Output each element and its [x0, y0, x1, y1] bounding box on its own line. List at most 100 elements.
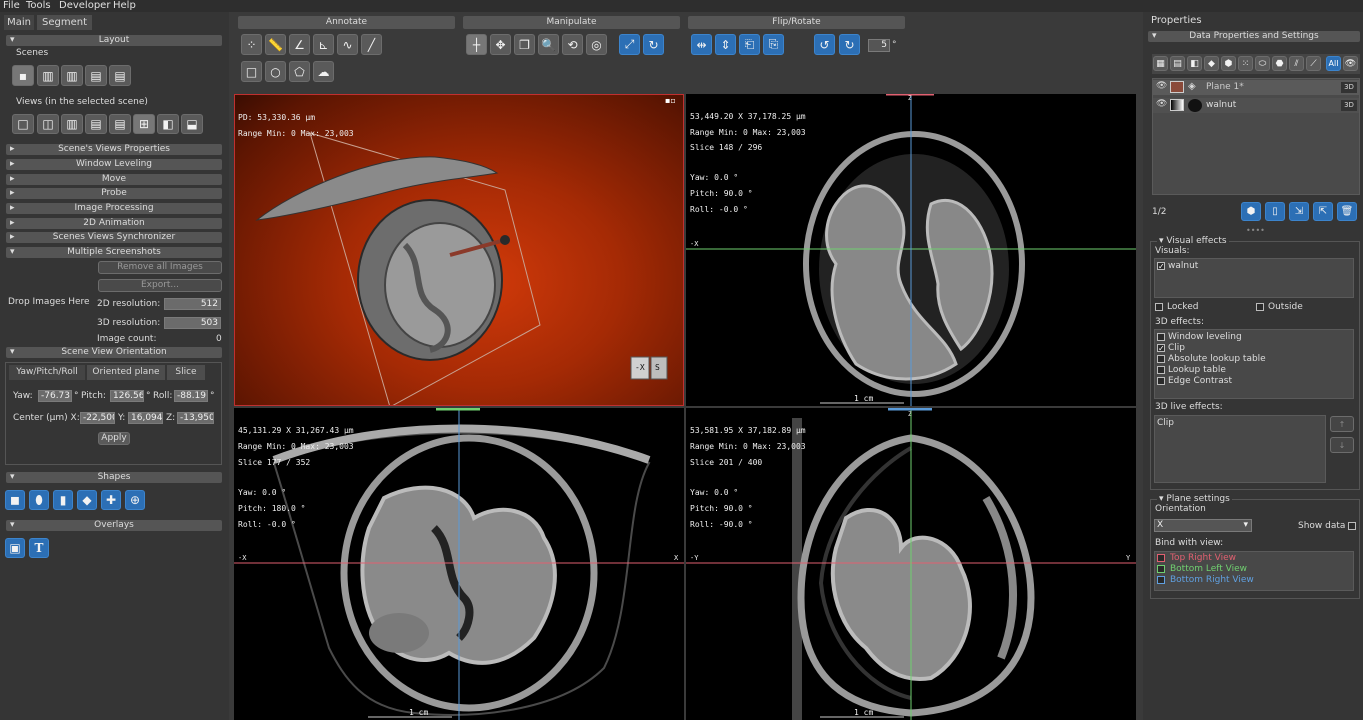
filter-points-button[interactable]: ⁙ [1238, 56, 1253, 71]
scene-layout-5-button[interactable]: ▤ [109, 65, 131, 86]
manipulate-crosshair-button[interactable]: ┼ [466, 34, 487, 55]
annotate-rectangle-button[interactable]: □ [241, 61, 262, 82]
view-layout-2-button[interactable]: ◫ [37, 114, 59, 134]
annotate-angle-button[interactable]: ∠ [289, 34, 310, 55]
fit-view-button[interactable]: ⤢ [619, 34, 640, 55]
add-data-button[interactable]: ⬢ [1241, 202, 1261, 221]
annotate-line-button[interactable]: ╱ [361, 34, 382, 55]
flip-vertical-button[interactable]: ⇕ [715, 34, 736, 55]
plane-settings-title[interactable]: ▾ Plane settings [1157, 494, 1232, 504]
remove-all-images-button[interactable]: Remove all Images [98, 261, 222, 274]
data-item-plane[interactable]: 👁 ◈ Plane 1* 3D [1153, 80, 1359, 95]
shape-capsule-button[interactable]: ⬮ [29, 490, 49, 510]
view-2d-bottom-right[interactable]: 53,581.95 X 37,182.89 µm Range Min: 0 Ma… [686, 408, 1136, 720]
overlays-header[interactable]: Overlays [6, 520, 222, 531]
menu-developer[interactable]: Developer [59, 0, 110, 11]
shape-cylinder-button[interactable]: ▮ [53, 490, 73, 510]
delete-data-button[interactable]: 🗑 [1337, 202, 1357, 221]
shape-cube-button[interactable]: ◼ [5, 490, 25, 510]
filter-measure-button[interactable]: ⟋ [1306, 56, 1321, 71]
filter-graph-button[interactable]: ⬣ [1272, 56, 1287, 71]
scene-layout-4-button[interactable]: ▤ [85, 65, 107, 86]
multiple-screenshots-header[interactable]: Multiple Screenshots [6, 247, 222, 258]
rotate-step-input[interactable]: 5 [868, 39, 890, 52]
filter-image-button[interactable]: ▤ [1170, 56, 1185, 71]
manipulate-group-header[interactable]: Manipulate [463, 16, 680, 29]
overlay-text-button[interactable]: T [29, 538, 49, 558]
orientation-select[interactable]: X ▾ [1154, 519, 1252, 532]
menu-tools[interactable]: Tools [26, 0, 51, 11]
export-data-button[interactable]: ⇱ [1313, 202, 1333, 221]
shape-axes-button[interactable]: ✚ [101, 490, 121, 510]
resolution-2d-input[interactable]: 512 [164, 298, 221, 310]
bind-top-right-checkbox[interactable] [1157, 554, 1165, 562]
scene-layout-2-button[interactable]: ▥ [37, 65, 59, 86]
visual-effects-title[interactable]: ▾ Visual effects [1157, 236, 1229, 246]
shapes-header[interactable]: Shapes [6, 472, 222, 483]
view-3d-top-left[interactable]: PD: 53,330.36 µm Range Min: 0 Max: 23,00… [234, 94, 684, 406]
apply-button[interactable]: Apply [98, 432, 130, 445]
duplicate-data-button[interactable]: ▯ [1265, 202, 1285, 221]
roll-input[interactable]: -88.19 [174, 390, 208, 402]
pitch-input[interactable]: 126.56 [110, 390, 144, 402]
manipulate-copy-button[interactable]: ❐ [514, 34, 535, 55]
view-layout-8-button[interactable]: ⬓ [181, 114, 203, 134]
annotate-polygon-button[interactable]: ⬠ [289, 61, 310, 82]
manipulate-zoom-button[interactable]: 🔍 [538, 34, 559, 55]
rotate-left-90-button[interactable]: ⎗ [739, 34, 760, 55]
yaw-input[interactable]: -76.73 [38, 390, 72, 402]
scene-layout-1-button[interactable]: ▪ [12, 65, 34, 86]
shape-sphere-button[interactable]: ⊕ [125, 490, 145, 510]
view-layout-quad-button[interactable]: ⊞ [133, 114, 155, 134]
menu-file[interactable]: File [3, 0, 20, 11]
filter-shape-button[interactable]: ⬢ [1221, 56, 1236, 71]
rotate-ccw-button[interactable]: ↺ [814, 34, 835, 55]
lookup-table-swatch[interactable] [1170, 99, 1184, 111]
manipulate-rotate-button[interactable]: ⟲ [562, 34, 583, 55]
annotate-path-button[interactable]: ∿ [337, 34, 358, 55]
filter-mesh-button[interactable]: ◆ [1204, 56, 1219, 71]
view-2d-top-right[interactable]: 53,449.20 X 37,178.25 µm Range Min: 0 Ma… [686, 94, 1136, 406]
tab-oriented-plane[interactable]: Oriented plane [87, 365, 165, 380]
resolution-3d-input[interactable]: 503 [164, 317, 221, 329]
filter-table-button[interactable]: ▦ [1153, 56, 1168, 71]
tab-main[interactable]: Main [4, 15, 34, 30]
annotate-ellipse-button[interactable]: ○ [265, 61, 286, 82]
filter-all-button[interactable]: All [1326, 56, 1341, 71]
view-layout-4-button[interactable]: ▤ [85, 114, 107, 134]
center-y-input[interactable]: 16,094 [128, 412, 163, 424]
data-properties-header[interactable]: Data Properties and Settings [1148, 31, 1360, 42]
move-header[interactable]: Move [6, 174, 222, 185]
rotate-right-90-button[interactable]: ⎘ [763, 34, 784, 55]
show-data-checkbox[interactable] [1348, 522, 1356, 530]
layout-header[interactable]: Layout [6, 35, 222, 46]
image-processing-header[interactable]: Image Processing [6, 203, 222, 214]
annotate-ruler-button[interactable]: 📏 [265, 34, 286, 55]
view-layout-1-button[interactable]: □ [12, 114, 34, 134]
live-effect-clip[interactable]: Clip [1157, 418, 1174, 428]
manipulate-target-button[interactable]: ◎ [586, 34, 607, 55]
center-x-input[interactable]: -22,500 [80, 412, 115, 424]
rotate-cw-button[interactable]: ↻ [839, 34, 860, 55]
flip-horizontal-button[interactable]: ⇹ [691, 34, 712, 55]
splitter-handle[interactable]: •••• [1246, 226, 1265, 235]
import-data-button[interactable]: ⇲ [1289, 202, 1309, 221]
annotate-angle2-button[interactable]: ⊾ [313, 34, 334, 55]
tab-segment[interactable]: Segment [37, 15, 92, 30]
scene-view-orientation-header[interactable]: Scene View Orientation [6, 347, 222, 358]
probe-header[interactable]: Probe [6, 188, 222, 199]
menu-help[interactable]: Help [113, 0, 136, 11]
2d-animation-header[interactable]: 2D Animation [6, 218, 222, 229]
shape-plane-button[interactable]: ◆ [77, 490, 97, 510]
visibility-eye-icon[interactable]: 👁 [1156, 99, 1167, 109]
annotate-points-button[interactable]: ⁘ [241, 34, 262, 55]
effect-edge-contrast-checkbox[interactable] [1157, 377, 1165, 385]
visibility-eye-icon[interactable]: 👁 [1156, 81, 1167, 91]
scene-views-properties-header[interactable]: Scene's Views Properties [6, 144, 222, 155]
filter-surface-button[interactable]: ⬭ [1255, 56, 1270, 71]
effect-window-leveling-checkbox[interactable] [1157, 333, 1165, 341]
data-item-walnut[interactable]: 👁 walnut 3D [1153, 98, 1359, 113]
manipulate-pan-button[interactable]: ✥ [490, 34, 511, 55]
bind-bottom-left-checkbox[interactable] [1157, 565, 1165, 573]
view-layout-3-button[interactable]: ▥ [61, 114, 83, 134]
